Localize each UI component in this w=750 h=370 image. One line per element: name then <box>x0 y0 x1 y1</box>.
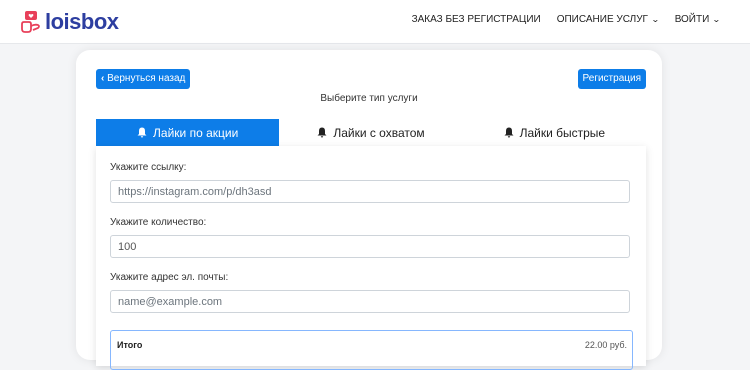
service-tabs: Лайки по акции Лайки с охватом Лайки быс… <box>96 119 646 146</box>
nav-login[interactable]: ВОЙТИ ⌄ <box>674 14 722 25</box>
page-title: Выберите тип услуги <box>320 93 418 104</box>
email-input[interactable] <box>110 290 630 313</box>
nav-item-label: ОПИСАНИЕ УСЛУГ <box>556 14 648 25</box>
tab-fast-likes[interactable]: Лайки быстрые <box>463 119 646 146</box>
nav-item-label: ВОЙТИ <box>674 14 710 25</box>
main-nav: ЗАКАЗ БЕЗ РЕГИСТРАЦИИ ОПИСАНИЕ УСЛУГ ⌄ ВО… <box>396 14 722 25</box>
brand-logo-mark-icon <box>21 11 40 33</box>
back-button[interactable]: ‹ Вернуться назад <box>96 69 191 89</box>
nav-item-label: ЗАКАЗ БЕЗ РЕГИСТРАЦИИ <box>411 14 541 25</box>
chevron-left-icon: ‹ <box>101 73 105 84</box>
tab-label: Лайки с охватом <box>333 125 425 140</box>
total-price: 22.00 руб. <box>584 340 627 350</box>
chevron-down-icon: ⌄ <box>712 15 722 24</box>
tab-label: Лайки быстрые <box>519 125 606 140</box>
link-input[interactable] <box>110 180 630 203</box>
quantity-input[interactable] <box>110 235 630 258</box>
tab-label: Лайки по акции <box>153 125 239 140</box>
tab-reach-likes[interactable]: Лайки с охватом <box>279 119 462 146</box>
total-label: Итого <box>117 340 143 350</box>
brand-name: loisbox <box>45 9 119 34</box>
registration-button[interactable]: Регистрация <box>577 69 646 89</box>
nav-order-without-registration[interactable]: ЗАКАЗ БЕЗ РЕГИСТРАЦИИ <box>412 14 541 25</box>
tab-promo-likes[interactable]: Лайки по акции <box>96 119 280 146</box>
order-form: Укажите ссылку: Укажите количество: Укаж… <box>96 146 646 370</box>
link-field-label: Укажите ссылку: <box>110 162 187 173</box>
top-navbar: loisbox ЗАКАЗ БЕЗ РЕГИСТРАЦИИ ОПИСАНИЕ У… <box>0 0 750 44</box>
bell-icon <box>317 127 327 138</box>
quantity-field-label: Укажите количество: <box>110 217 207 228</box>
back-button-label: Вернуться назад <box>107 73 186 84</box>
bell-icon <box>504 127 514 138</box>
bell-icon <box>137 127 147 138</box>
chevron-down-icon: ⌄ <box>650 15 660 24</box>
total-summary: Итого 22.00 руб. <box>110 330 633 370</box>
service-card: ‹ Вернуться назад Регистрация Выберите т… <box>76 50 662 370</box>
nav-services-description[interactable]: ОПИСАНИЕ УСЛУГ ⌄ <box>556 14 660 25</box>
email-field-label: Укажите адрес эл. почты: <box>110 272 229 283</box>
brand-logo[interactable]: loisbox <box>20 9 119 35</box>
